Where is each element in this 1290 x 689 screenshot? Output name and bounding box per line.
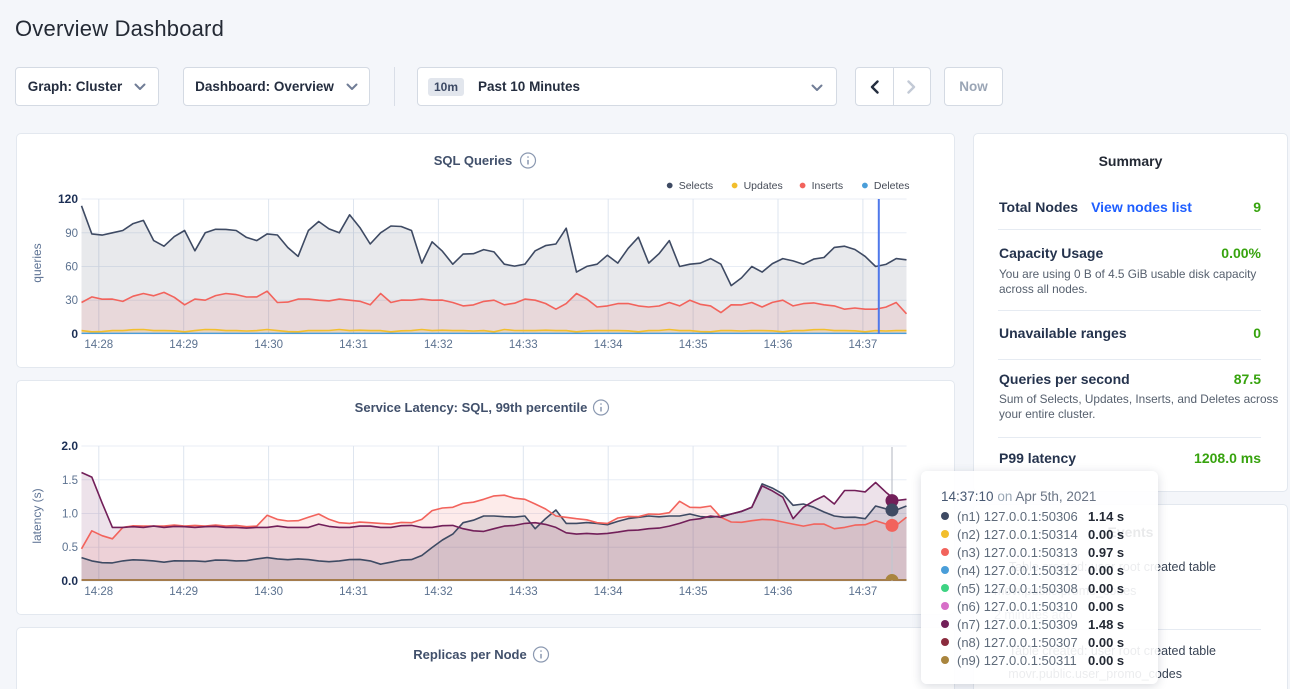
svg-text:SQL Queries: SQL Queries xyxy=(434,153,513,168)
svg-text:14:37: 14:37 xyxy=(849,339,878,351)
svg-text:90: 90 xyxy=(65,228,78,240)
svg-text:14:35: 14:35 xyxy=(679,586,708,598)
svg-text:14:30: 14:30 xyxy=(254,586,283,598)
svg-text:14:28: 14:28 xyxy=(84,586,113,598)
svg-text:14:34: 14:34 xyxy=(594,339,623,351)
svg-text:Updates: Updates xyxy=(744,180,783,192)
svg-text:14:35: 14:35 xyxy=(679,339,708,351)
svg-text:14:36: 14:36 xyxy=(764,586,793,598)
svg-text:Deletes: Deletes xyxy=(874,180,910,192)
svg-text:14:33: 14:33 xyxy=(509,586,538,598)
svg-text:14:29: 14:29 xyxy=(169,586,198,598)
svg-text:14:30: 14:30 xyxy=(254,339,283,351)
svg-text:Replicas per Node: Replicas per Node xyxy=(413,647,526,662)
svg-text:1.0: 1.0 xyxy=(62,509,78,521)
svg-text:14:34: 14:34 xyxy=(594,586,623,598)
svg-text:14:37: 14:37 xyxy=(849,586,878,598)
svg-text:14:28: 14:28 xyxy=(84,339,113,351)
svg-text:14:33: 14:33 xyxy=(509,339,538,351)
svg-text:0.0: 0.0 xyxy=(61,574,78,588)
svg-text:14:31: 14:31 xyxy=(339,586,368,598)
svg-text:30: 30 xyxy=(65,295,78,307)
svg-text:120: 120 xyxy=(58,192,78,206)
svg-text:60: 60 xyxy=(65,262,78,274)
svg-text:Selects: Selects xyxy=(679,180,713,192)
svg-text:1.5: 1.5 xyxy=(62,475,78,487)
svg-text:14:32: 14:32 xyxy=(424,339,453,351)
svg-text:2.0: 2.0 xyxy=(61,439,78,453)
svg-text:14:36: 14:36 xyxy=(764,339,793,351)
svg-text:Inserts: Inserts xyxy=(812,180,844,192)
svg-text:Service Latency: SQL, 99th per: Service Latency: SQL, 99th percentile xyxy=(355,400,588,415)
svg-text:latency (s): latency (s) xyxy=(30,488,44,543)
svg-text:14:32: 14:32 xyxy=(424,586,453,598)
svg-text:queries: queries xyxy=(30,243,44,282)
svg-text:14:31: 14:31 xyxy=(339,339,368,351)
svg-text:14:29: 14:29 xyxy=(169,339,198,351)
svg-text:0: 0 xyxy=(71,327,78,341)
svg-text:0.5: 0.5 xyxy=(62,542,78,554)
